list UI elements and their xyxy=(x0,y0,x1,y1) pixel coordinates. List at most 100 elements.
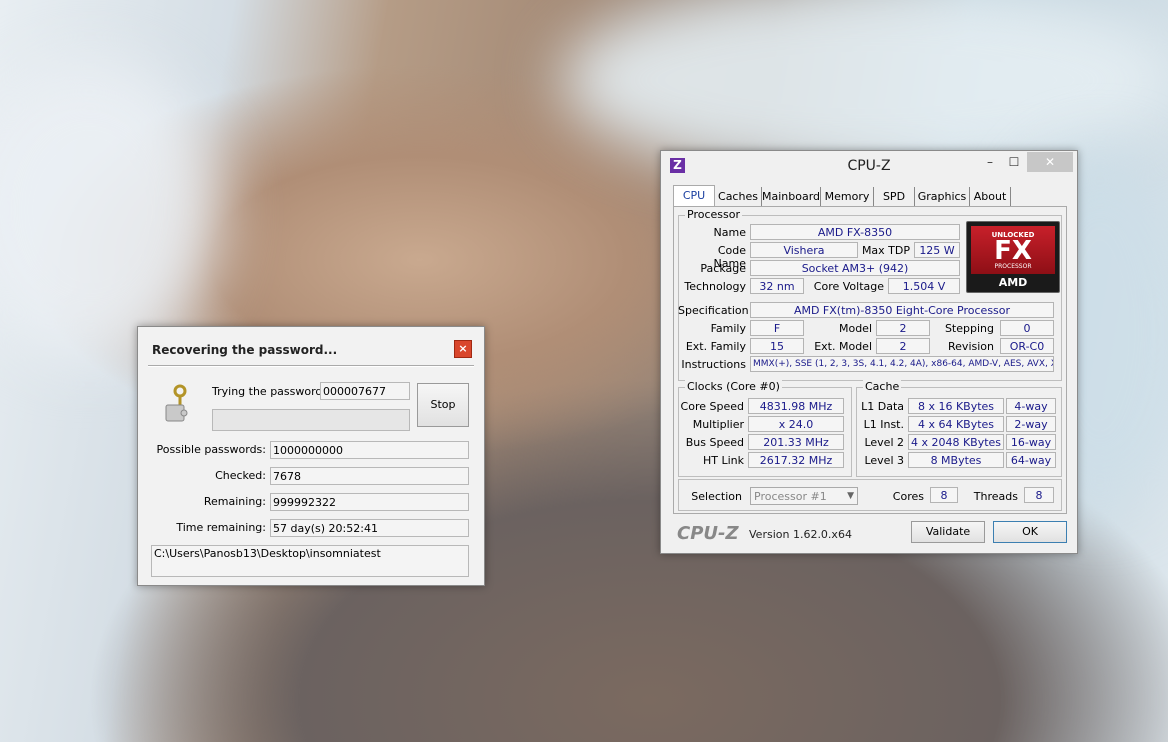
stepping-value: 0 xyxy=(1000,320,1054,336)
busspeed-label: Bus Speed xyxy=(685,436,744,449)
processor-group-title: Processor xyxy=(685,208,742,221)
specification-value: AMD FX(tm)-8350 Eight-Core Processor xyxy=(750,302,1054,318)
clocks-group-title: Clocks (Core #0) xyxy=(685,380,782,393)
technology-label: Technology xyxy=(684,280,746,293)
cpuz-window: Z CPU-Z – ☐ ✕ CPU Caches Mainboard Memor… xyxy=(660,150,1078,554)
corespeed-value: 4831.98 MHz xyxy=(748,398,844,414)
l1data-way: 4-way xyxy=(1006,398,1056,414)
background-mist xyxy=(0,60,220,360)
instructions-label: Instructions xyxy=(681,358,746,371)
name-label: Name xyxy=(713,226,746,239)
level3-way: 64-way xyxy=(1006,452,1056,468)
checked-field: 7678 xyxy=(270,467,469,485)
close-button[interactable]: ✕ xyxy=(1027,152,1073,172)
level2-way: 16-way xyxy=(1006,434,1056,450)
tab-spd[interactable]: SPD xyxy=(874,187,915,206)
busspeed-value: 201.33 MHz xyxy=(748,434,844,450)
divider xyxy=(148,365,474,367)
maximize-button[interactable]: ☐ xyxy=(1003,152,1025,172)
threads-label: Threads xyxy=(973,490,1018,503)
logo-badge: UNLOCKED FX PROCESSOR xyxy=(971,226,1055,274)
validate-button[interactable]: Validate xyxy=(911,521,985,543)
time-remaining-field: 57 day(s) 20:52:41 xyxy=(270,519,469,537)
trying-label: Trying the password: xyxy=(212,385,327,398)
stop-button[interactable]: Stop xyxy=(417,383,469,427)
possible-label: Possible passwords: xyxy=(156,443,266,456)
cache-group-title: Cache xyxy=(863,380,902,393)
l1inst-value: 4 x 64 KBytes xyxy=(908,416,1004,432)
l1data-label: L1 Data xyxy=(861,400,904,413)
logo-text: FX xyxy=(994,236,1032,266)
dialog-titlebar: Recovering the password... × xyxy=(138,327,484,367)
minimize-button[interactable]: – xyxy=(977,152,1003,172)
tab-cpu[interactable]: CPU xyxy=(673,185,715,207)
stepping-label: Stepping xyxy=(944,322,994,335)
multiplier-value: x 24.0 xyxy=(748,416,844,432)
cores-value: 8 xyxy=(930,487,958,503)
level3-value: 8 MBytes xyxy=(908,452,1004,468)
codename-value: Vishera xyxy=(750,242,858,258)
ok-button[interactable]: OK xyxy=(993,521,1067,543)
cpu-tab-panel: Processor Name AMD FX-8350 Code Name Vis… xyxy=(673,206,1067,514)
dialog-title: Recovering the password... xyxy=(152,343,338,357)
cpuz-footer-logo: CPU-Z xyxy=(677,523,739,544)
revision-value: OR-C0 xyxy=(1000,338,1054,354)
tab-about[interactable]: About xyxy=(970,187,1011,206)
family-value: F xyxy=(750,320,804,336)
package-value: Socket AM3+ (942) xyxy=(750,260,960,276)
revision-label: Revision xyxy=(948,340,994,353)
chevron-down-icon: ▼ xyxy=(847,491,854,501)
extmodel-value: 2 xyxy=(876,338,930,354)
possible-passwords-field: 1000000000 xyxy=(270,441,469,459)
file-path-field: C:\Users\Panosb13\Desktop\insomniatest xyxy=(151,545,469,577)
maxtdp-label: Max TDP xyxy=(861,244,910,257)
level2-label: Level 2 xyxy=(864,436,904,449)
extmodel-label: Ext. Model xyxy=(814,340,872,353)
model-value: 2 xyxy=(876,320,930,336)
model-label: Model xyxy=(838,322,872,335)
logo-text: PROCESSOR xyxy=(994,263,1032,270)
processor-select[interactable]: Processor #1 ▼ xyxy=(750,487,858,505)
maxtdp-value: 125 W xyxy=(914,242,960,258)
progress-bar xyxy=(212,409,410,431)
remaining-field: 999992322 xyxy=(270,493,469,511)
cores-label: Cores xyxy=(892,490,924,503)
specification-label: Specification xyxy=(678,304,749,317)
selection-label: Selection xyxy=(691,490,742,503)
level2-value: 4 x 2048 KBytes xyxy=(908,434,1004,450)
extfamily-value: 15 xyxy=(750,338,804,354)
htlink-label: HT Link xyxy=(702,454,744,467)
package-label: Package xyxy=(700,262,746,275)
name-value: AMD FX-8350 xyxy=(750,224,960,240)
key-puzzle-icon xyxy=(162,383,192,423)
multiplier-label: Multiplier xyxy=(692,418,744,431)
close-button[interactable]: × xyxy=(454,340,472,358)
technology-value: 32 nm xyxy=(750,278,804,294)
cpuz-titlebar: Z CPU-Z – ☐ ✕ xyxy=(661,151,1077,181)
logo-brand: AMD xyxy=(998,276,1028,289)
htlink-value: 2617.32 MHz xyxy=(748,452,844,468)
time-remaining-label: Time remaining: xyxy=(176,521,266,534)
l1inst-label: L1 Inst. xyxy=(863,418,904,431)
instructions-value: MMX(+), SSE (1, 2, 3, 3S, 4.1, 4.2, 4A),… xyxy=(750,356,1054,372)
l1inst-way: 2-way xyxy=(1006,416,1056,432)
tab-mainboard[interactable]: Mainboard xyxy=(762,187,821,206)
version-text: Version 1.62.0.x64 xyxy=(749,528,852,541)
corespeed-label: Core Speed xyxy=(680,400,744,413)
trying-password-field: 000007677 xyxy=(320,382,410,400)
tab-memory[interactable]: Memory xyxy=(821,187,874,206)
l1data-value: 8 x 16 KBytes xyxy=(908,398,1004,414)
extfamily-label: Ext. Family xyxy=(685,340,746,353)
threads-value: 8 xyxy=(1024,487,1054,503)
remaining-label: Remaining: xyxy=(203,495,266,508)
corevoltage-value: 1.504 V xyxy=(888,278,960,294)
amd-fx-logo: UNLOCKED FX PROCESSOR AMD xyxy=(966,221,1060,293)
checked-label: Checked: xyxy=(215,469,266,482)
tab-caches[interactable]: Caches xyxy=(715,187,762,206)
tab-graphics[interactable]: Graphics xyxy=(915,187,970,206)
recover-password-dialog: Recovering the password... × Trying the … xyxy=(137,326,485,586)
corevoltage-label: Core Voltage xyxy=(813,280,884,293)
family-label: Family xyxy=(710,322,746,335)
level3-label: Level 3 xyxy=(864,454,904,467)
processor-select-value: Processor #1 xyxy=(754,490,827,503)
